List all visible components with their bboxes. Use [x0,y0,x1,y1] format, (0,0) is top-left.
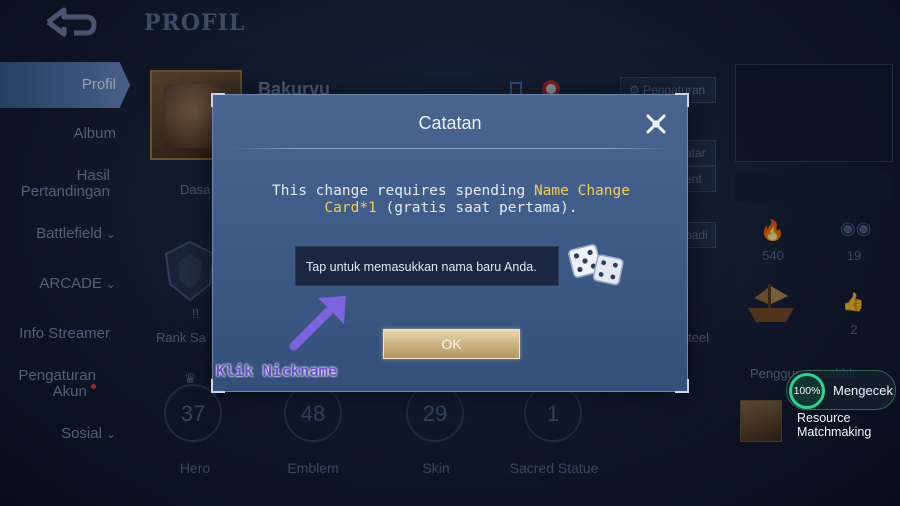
dialog-corner-ornament [211,93,225,107]
nickname-input[interactable]: Tap untuk memasukkan nama baru Anda. [295,246,559,286]
matchmaking-label: Resource Matchmaking [797,411,871,439]
matchmaking-label-line1: Resource [797,411,851,425]
message-prefix: This change requires spending [272,183,534,199]
close-icon [646,114,666,134]
progress-ring: 100% [789,373,825,409]
ok-button[interactable]: OK [383,329,520,359]
dialog-corner-ornament [675,93,689,107]
random-name-dice-button[interactable] [567,241,625,289]
close-button[interactable] [643,111,669,137]
dialog-corner-ornament [211,379,225,393]
resource-check-widget[interactable]: 100% Mengecek [786,370,896,410]
catatan-dialog: Catatan This change requires spending Na… [211,93,689,393]
dialog-corner-ornament [675,379,689,393]
dialog-divider [231,148,671,149]
check-status: Mengecek [833,383,893,398]
dialog-message: This change requires spending Name Chang… [243,183,659,217]
annotation-arrow-icon [289,296,346,351]
message-suffix: (gratis saat pertama). [376,200,578,216]
dice-icon [568,244,624,286]
matchmaking-label-line2: Matchmaking [797,425,872,439]
annotation-label: Klik Nickname [216,362,338,380]
dialog-title: Catatan [418,113,482,133]
